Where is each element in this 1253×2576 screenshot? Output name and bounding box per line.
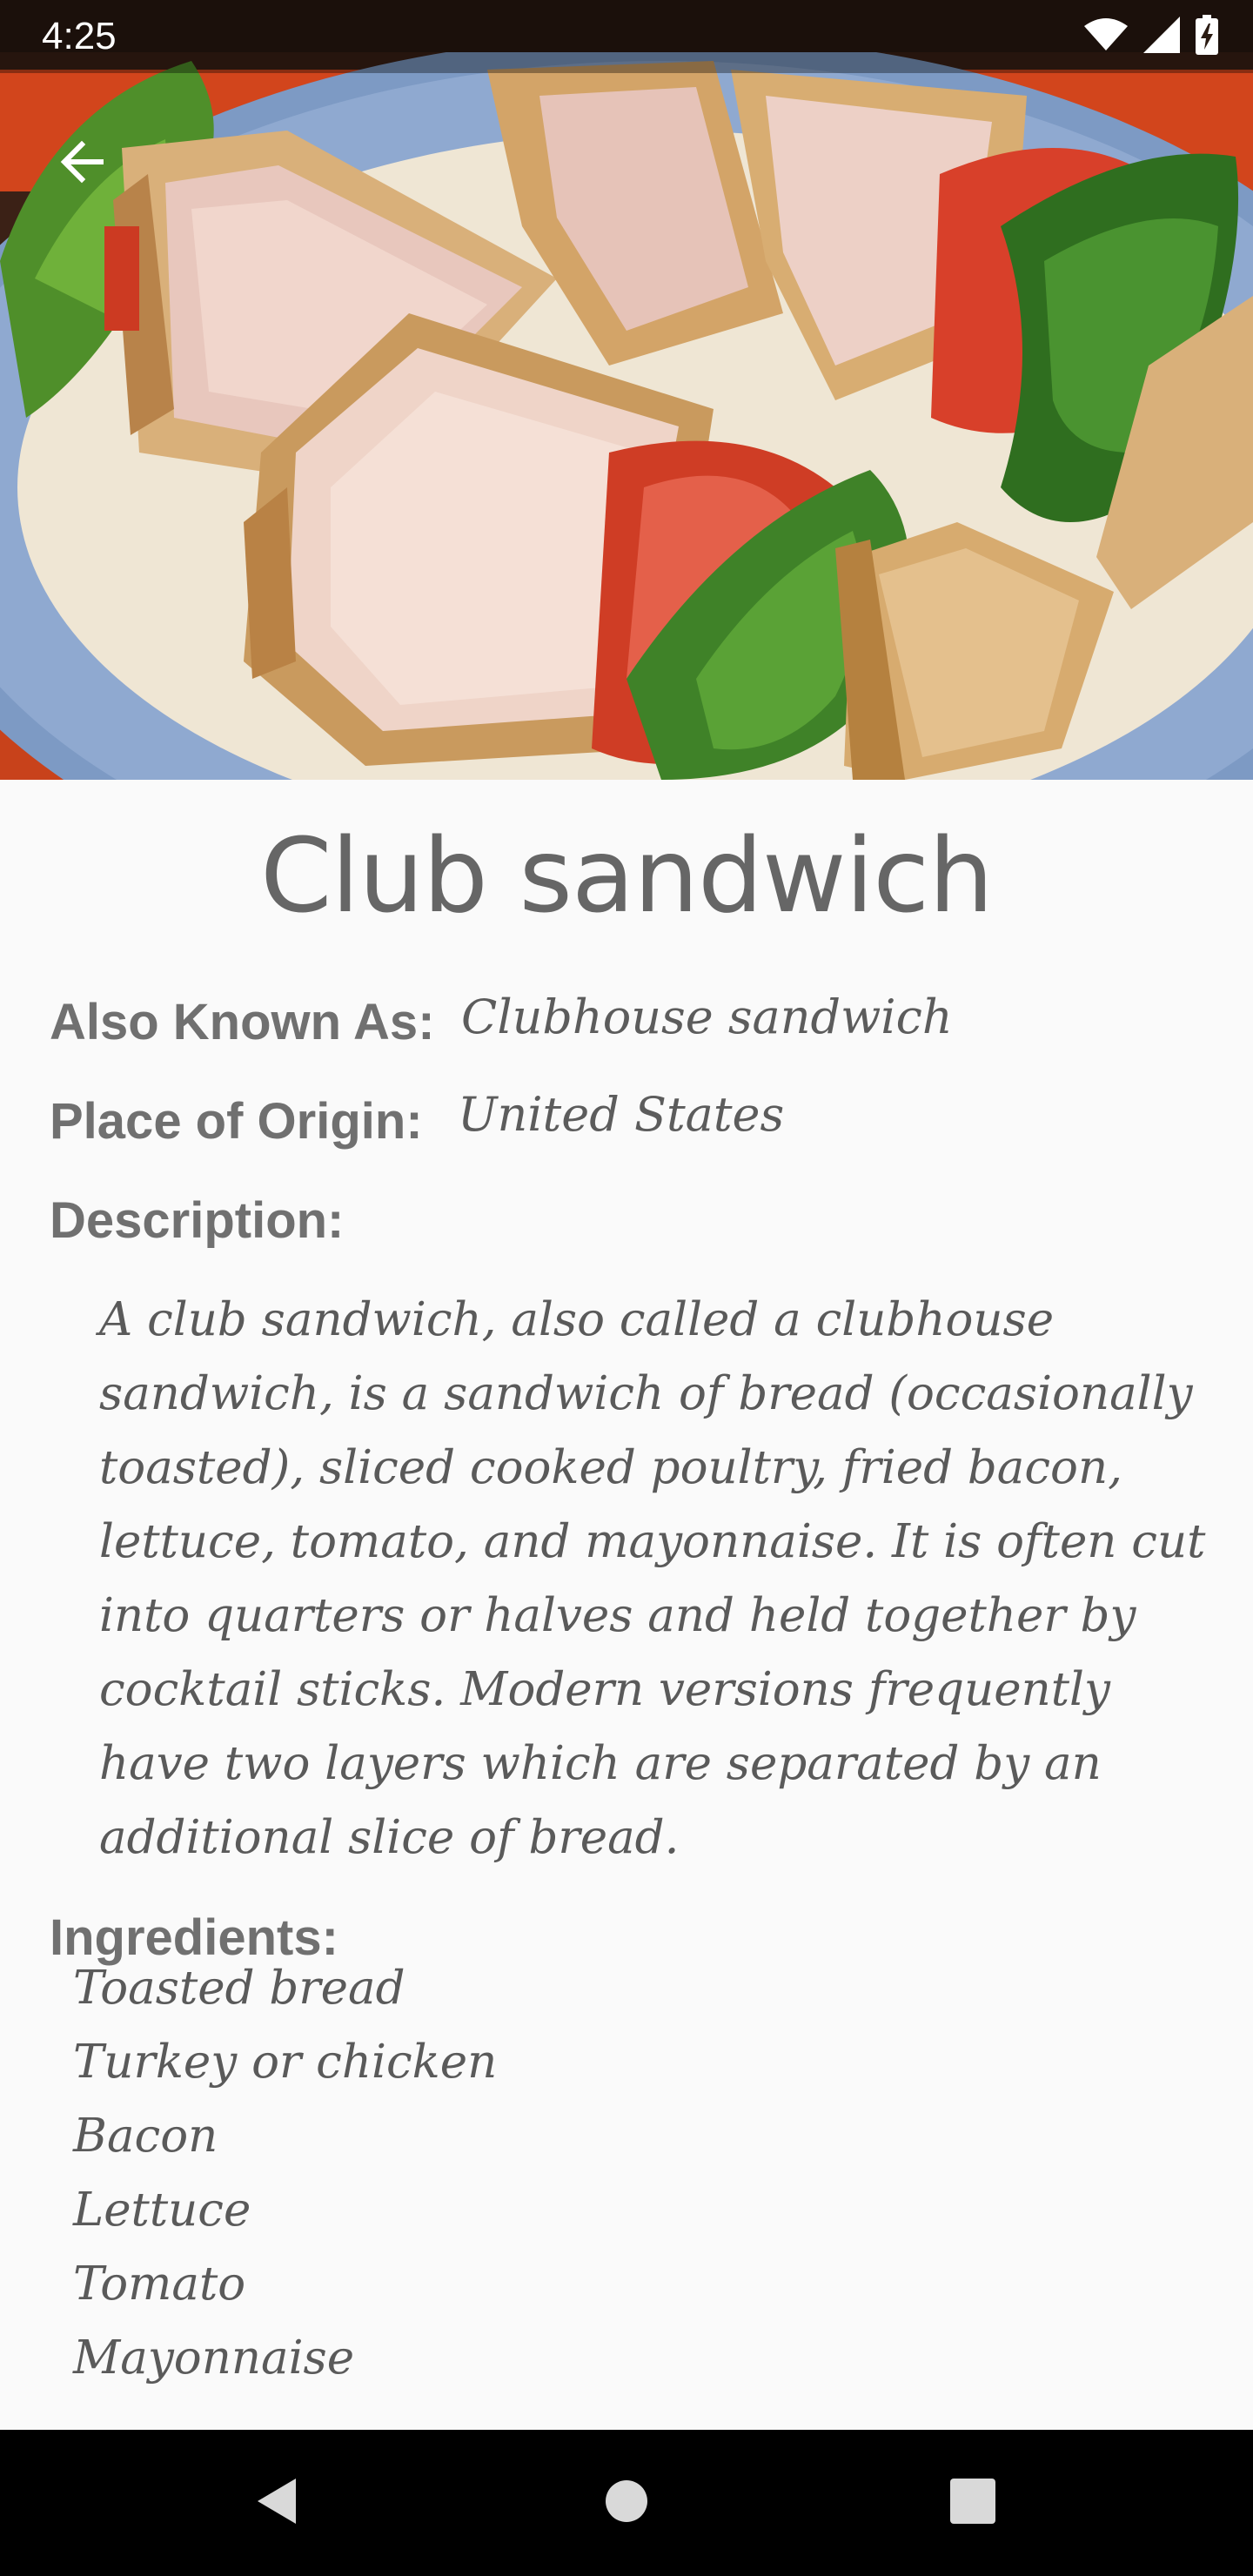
detail-screen: 4:25 Club sandwich Also Known As: Clubho… — [0, 0, 1253, 2576]
ingredient-item: Tomato — [73, 2257, 246, 2311]
also-known-as-label: Also Known As: — [50, 994, 435, 1050]
nav-back-button[interactable] — [242, 2468, 312, 2538]
nav-recents-button[interactable] — [938, 2468, 1008, 2538]
wifi-icon — [1084, 17, 1128, 56]
sandwich-photo — [0, 0, 1253, 780]
ingredient-item: Turkey or chicken — [73, 2036, 498, 2089]
place-of-origin-value: United States — [458, 1087, 785, 1142]
description-label: Description: — [50, 1192, 345, 1249]
nav-back-icon — [252, 2475, 301, 2531]
navigation-bar — [0, 2430, 1253, 2576]
ingredient-item: Bacon — [73, 2110, 218, 2163]
status-icons — [1084, 15, 1218, 58]
dish-details: Club sandwich Also Known As: Clubhouse s… — [0, 780, 1253, 2430]
status-bar: 4:25 — [0, 0, 1253, 73]
ingredient-item: Mayonnaise — [73, 2331, 355, 2385]
arrow-back-icon — [57, 138, 106, 190]
ingredient-item: Lettuce — [73, 2184, 251, 2237]
place-of-origin-label: Place of Origin: — [50, 1093, 423, 1150]
back-button[interactable] — [45, 127, 118, 200]
ingredient-item: Toasted bread — [73, 1962, 405, 2015]
battery-charging-icon — [1196, 15, 1218, 58]
ingredients-list: Toasted bread Turkey or chicken Bacon Le… — [73, 1951, 497, 2395]
cellular-signal-icon — [1143, 17, 1180, 57]
nav-home-button[interactable] — [592, 2468, 661, 2538]
nav-recents-icon — [950, 2479, 995, 2527]
status-time: 4:25 — [42, 15, 117, 57]
nav-home-icon — [604, 2479, 649, 2527]
dish-image — [0, 0, 1253, 780]
description-text: A club sandwich, also called a clubhouse… — [99, 1293, 1206, 1864]
also-known-as-value: Clubhouse sandwich — [461, 989, 953, 1044]
dish-title: Club sandwich — [260, 815, 994, 936]
